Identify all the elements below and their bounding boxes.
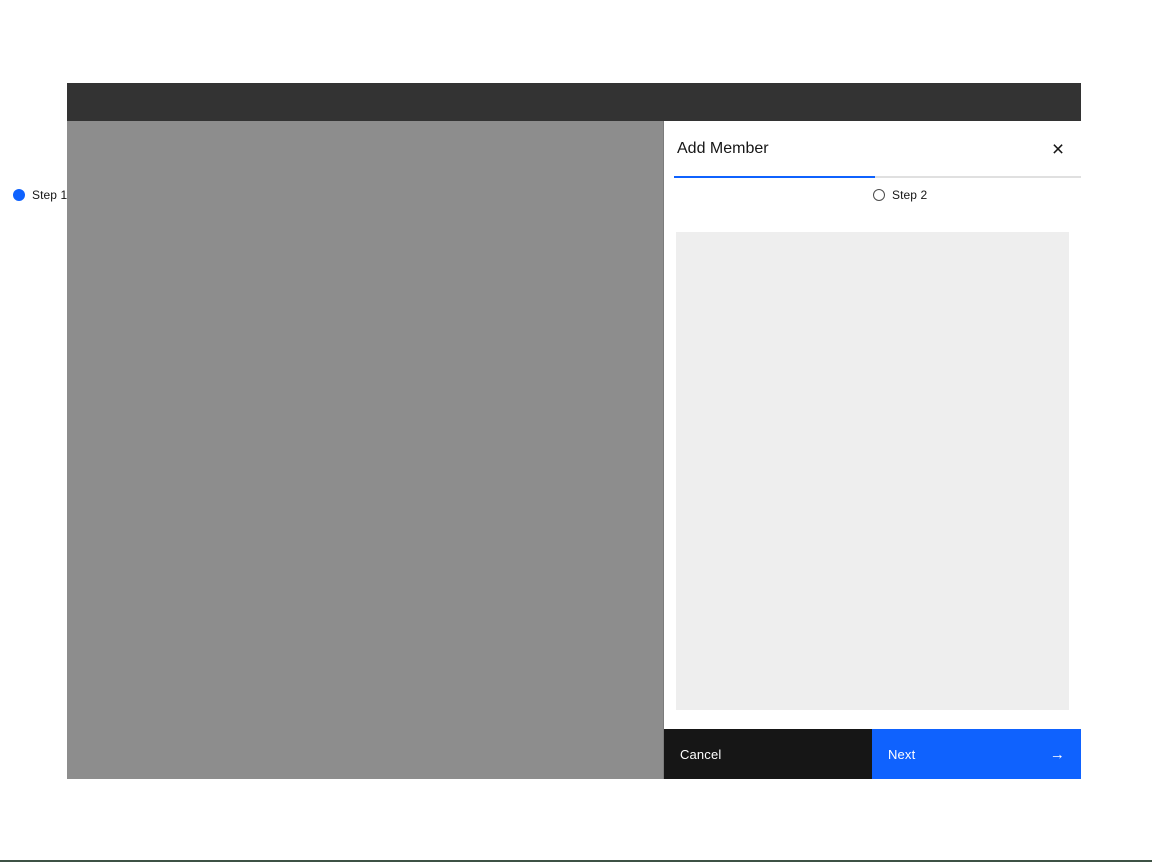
next-button[interactable]: Next → <box>872 729 1081 779</box>
cancel-button-label: Cancel <box>680 747 721 762</box>
close-icon: × <box>1052 139 1064 160</box>
panel-header: Add Member × <box>664 121 1081 177</box>
page-dim-overlay <box>67 121 664 779</box>
panel-content-placeholder <box>676 232 1069 710</box>
close-button[interactable]: × <box>1042 133 1074 165</box>
cancel-button[interactable]: Cancel <box>664 729 872 779</box>
panel-title: Add Member <box>677 140 1042 158</box>
panel-action-bar: Cancel Next → <box>664 729 1081 779</box>
arrow-right-icon: → <box>1050 747 1065 762</box>
add-member-side-panel: Add Member × Step 1 Step 2 Cancel Next → <box>664 121 1081 779</box>
progress-fill <box>674 176 875 178</box>
window-bottom-edge <box>0 860 1152 862</box>
step-2-circle-icon <box>873 189 885 201</box>
step-1-current-dot-icon <box>13 189 25 201</box>
step-item-2[interactable]: Step 2 <box>873 182 927 208</box>
progress-track <box>674 176 1081 178</box>
page-background: { "window": { "background_color": "#ffff… <box>0 0 1152 866</box>
next-button-label: Next <box>888 747 915 762</box>
step-2-label: Step 2 <box>892 188 927 202</box>
step-1-label: Step 1 <box>32 188 67 202</box>
step-indicator: Step 1 Step 2 <box>664 182 1081 208</box>
app-top-bar <box>67 83 1081 121</box>
step-item-1[interactable]: Step 1 <box>13 182 67 208</box>
